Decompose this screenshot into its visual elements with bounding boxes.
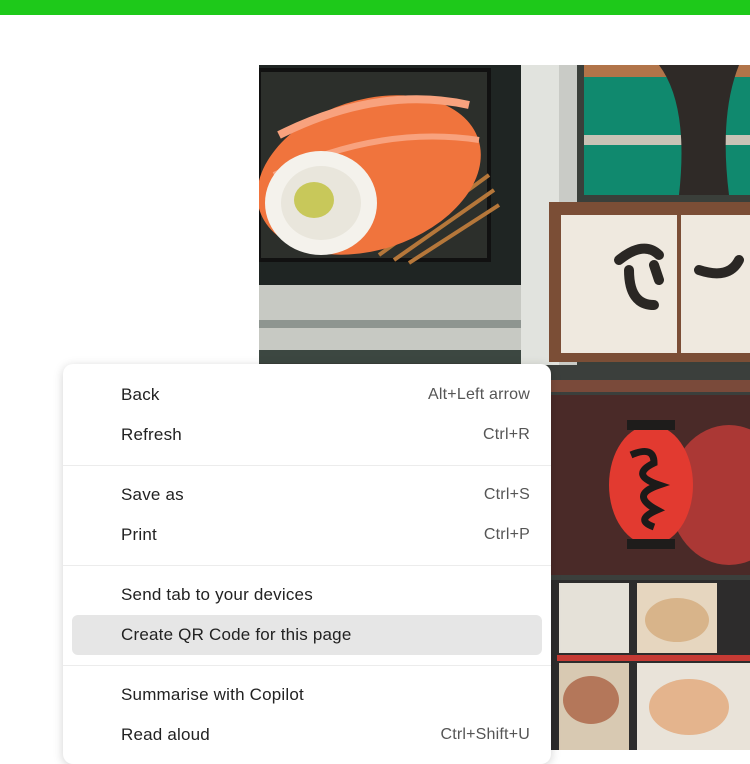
browser-accent-bar [0, 0, 750, 15]
menu-separator [63, 665, 551, 666]
menu-item-shortcut: Ctrl+P [483, 526, 530, 543]
menu-item-label: Refresh [121, 425, 182, 444]
menu-item-refresh[interactable]: Refresh Ctrl+R [72, 415, 542, 455]
menu-item-shortcut: Alt+Left arrow [428, 386, 530, 403]
menu-item-shortcut: Ctrl+R [483, 426, 530, 443]
menu-item-label: Send tab to your devices [121, 585, 313, 604]
menu-item-label: Summarise with Copilot [121, 685, 304, 704]
menu-item-label: Save as [121, 485, 184, 504]
menu-item-back[interactable]: Back Alt+Left arrow [72, 375, 542, 415]
menu-item-save-as[interactable]: Save as Ctrl+S [72, 475, 542, 515]
menu-item-send-tab[interactable]: Send tab to your devices [72, 575, 542, 615]
menu-item-shortcut: Ctrl+Shift+U [440, 726, 530, 743]
menu-item-label: Create QR Code for this page [121, 625, 352, 644]
menu-item-label: Read aloud [121, 725, 210, 744]
menu-item-create-qr-code[interactable]: Create QR Code for this page [72, 615, 542, 655]
menu-separator [63, 565, 551, 566]
menu-item-label: Back [121, 385, 160, 404]
menu-item-read-aloud[interactable]: Read aloud Ctrl+Shift+U [72, 715, 542, 755]
menu-item-shortcut: Ctrl+S [483, 486, 530, 503]
context-menu: Back Alt+Left arrow Refresh Ctrl+R Save … [63, 364, 551, 764]
menu-item-label: Print [121, 525, 157, 544]
menu-separator [63, 465, 551, 466]
menu-item-print[interactable]: Print Ctrl+P [72, 515, 542, 555]
menu-item-summarise-copilot[interactable]: Summarise with Copilot [72, 675, 542, 715]
